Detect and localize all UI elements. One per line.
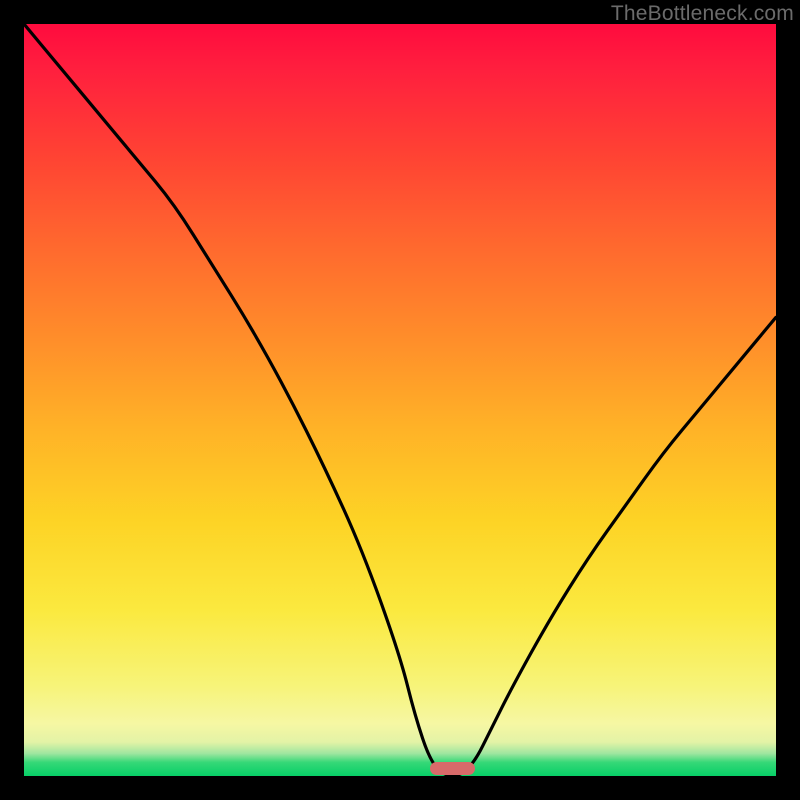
watermark-text: TheBottleneck.com: [611, 2, 794, 26]
chart-frame: TheBottleneck.com: [0, 0, 800, 800]
gradient-plot-area: [24, 24, 776, 776]
optimal-range-marker: [430, 762, 475, 775]
bottleneck-curve: [24, 24, 776, 776]
